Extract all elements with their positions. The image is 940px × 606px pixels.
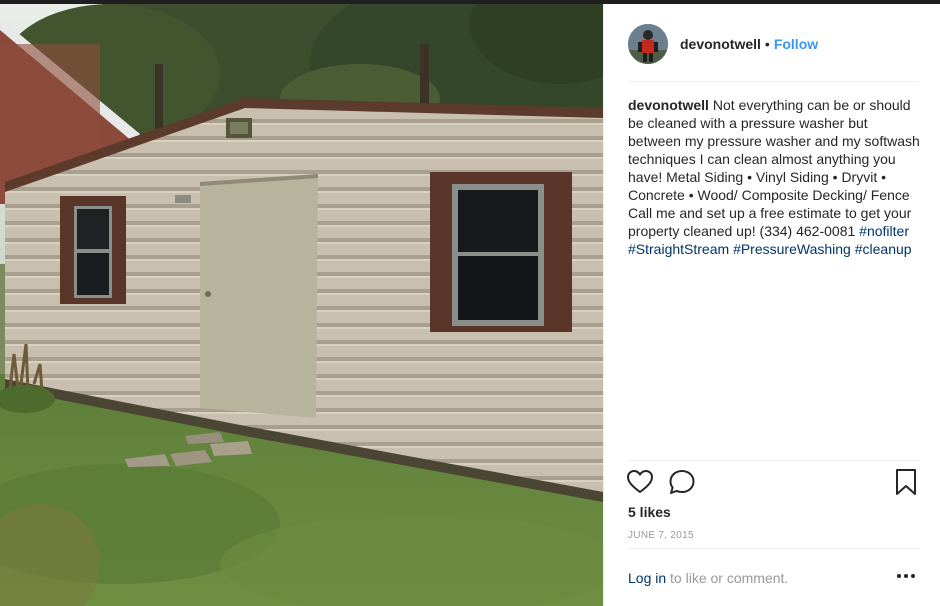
hashtag-link[interactable]: #cleanup <box>855 241 912 257</box>
username-link[interactable]: devonotwell <box>680 36 761 52</box>
post-date[interactable]: JUNE 7, 2015 <box>628 530 694 541</box>
header-divider <box>628 81 918 82</box>
hashtag-link[interactable]: #PressureWashing <box>733 241 851 257</box>
post-details-panel: devonotwell • Follow devonotwell Not everyt… <box>603 4 940 606</box>
footer-divider <box>628 548 918 549</box>
instagram-post-modal: devonotwell • Follow devonotwell Not everyt… <box>0 0 940 606</box>
likes-count[interactable]: 5 likes <box>628 504 671 520</box>
login-prompt: Log in to like or comment. <box>628 570 920 586</box>
shed-photo-image <box>0 4 603 606</box>
heart-icon[interactable] <box>626 468 654 496</box>
hashtag-link[interactable]: #StraightStream <box>628 241 729 257</box>
more-options-icon[interactable] <box>894 566 918 586</box>
comment-icon[interactable] <box>668 468 696 496</box>
follow-button[interactable]: Follow <box>774 36 818 52</box>
hashtag-link[interactable]: #nofilter <box>859 223 909 239</box>
username-row: devonotwell • Follow <box>680 36 818 52</box>
caption-username-link[interactable]: devonotwell <box>628 97 709 113</box>
avatar[interactable] <box>628 24 668 64</box>
separator-dot: • <box>764 36 770 52</box>
login-prompt-text: to like or comment. <box>666 570 789 586</box>
post-caption: devonotwell Not everything can be or shou… <box>628 96 920 258</box>
post-header: devonotwell • Follow <box>628 22 918 66</box>
bookmark-icon[interactable] <box>892 468 920 496</box>
profile-picture <box>628 24 668 64</box>
caption-text: Not everything can be or should be clean… <box>628 97 920 239</box>
post-photo[interactable] <box>0 4 603 606</box>
action-bar <box>626 468 918 500</box>
actions-divider <box>628 460 918 461</box>
login-link[interactable]: Log in <box>628 570 666 586</box>
